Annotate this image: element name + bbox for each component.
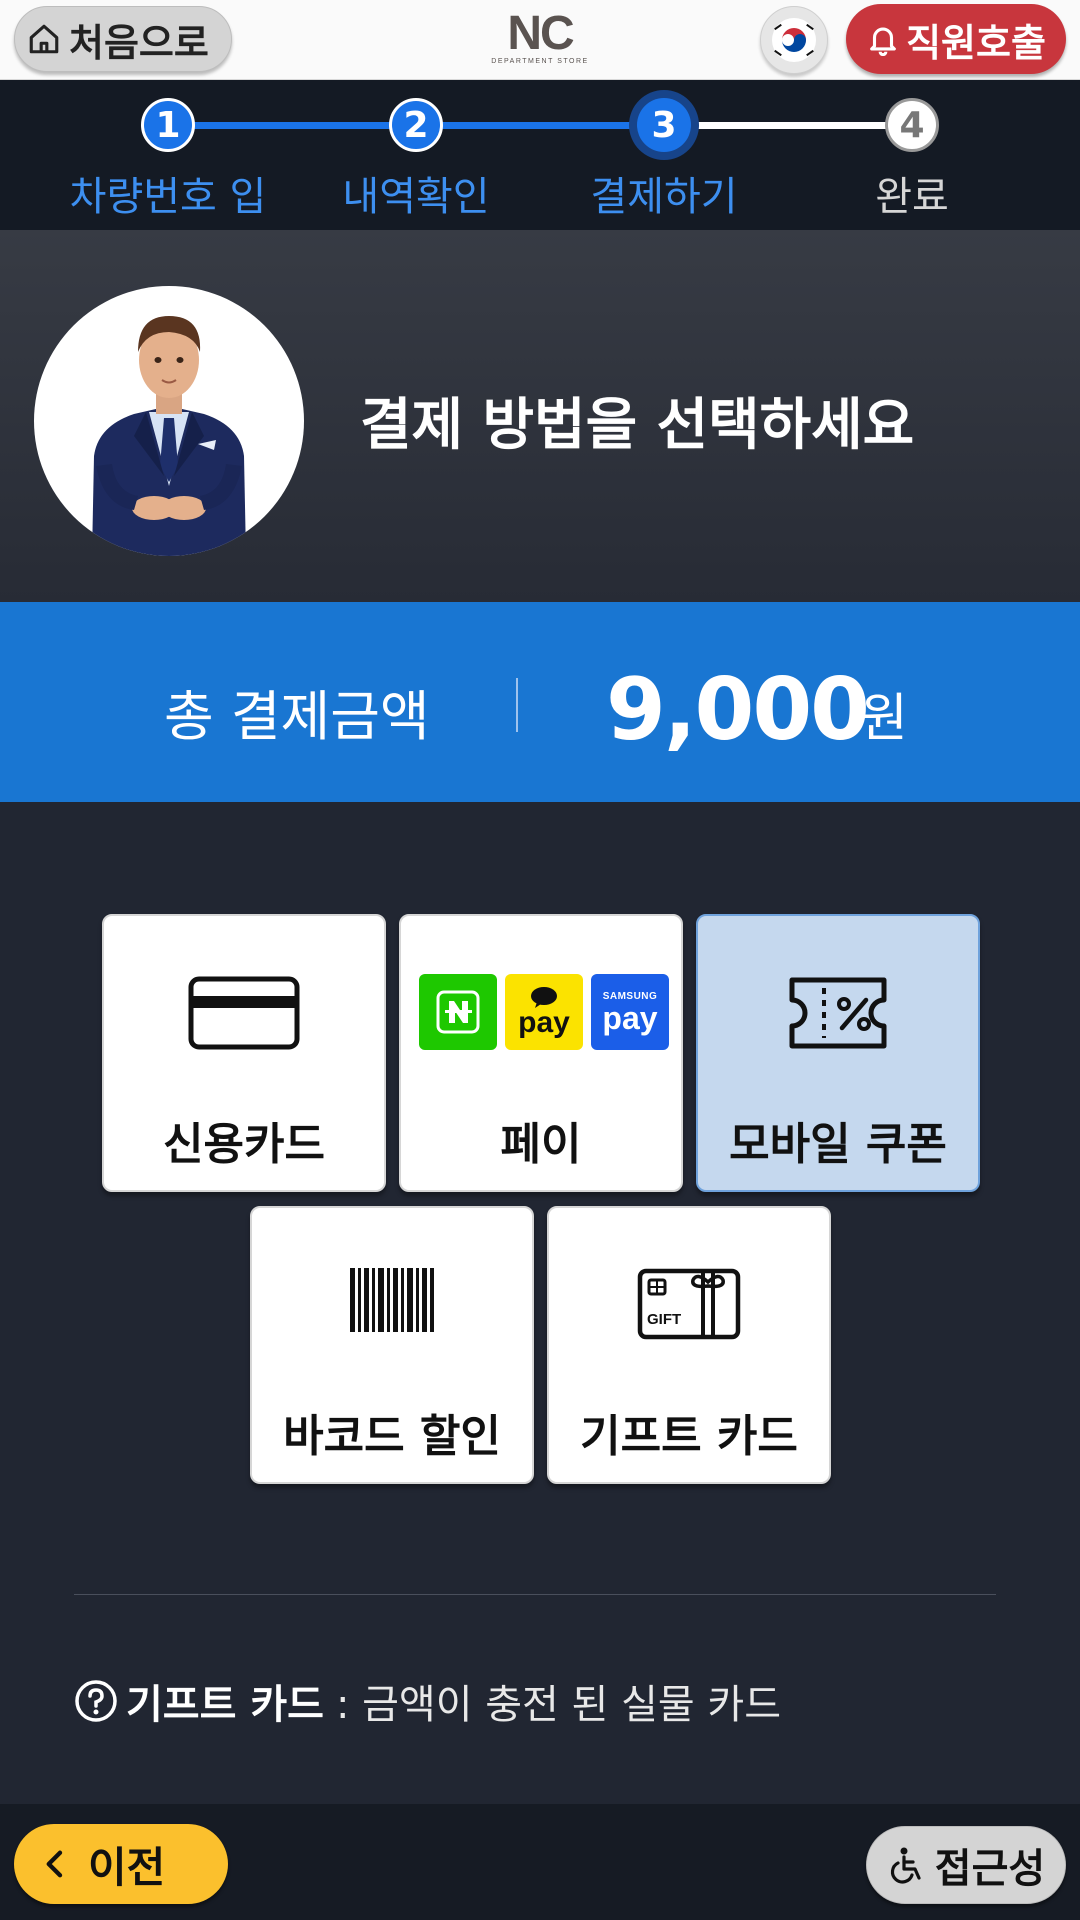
- bottom-bar: 이전 접근성: [0, 1804, 1080, 1920]
- mobile-coupon-option[interactable]: 모바일 쿠폰: [696, 914, 980, 1192]
- step-4-circle: 4: [885, 98, 939, 152]
- svg-text:GIFT: GIFT: [647, 1311, 681, 1328]
- home-button-label: 처음으로: [69, 20, 209, 65]
- home-button[interactable]: 처음으로: [14, 6, 232, 72]
- help-icon: [75, 1680, 117, 1722]
- gift-card-icon: GIFT: [637, 1268, 741, 1340]
- step-connector: [416, 122, 666, 129]
- divider: [74, 1594, 996, 1595]
- call-staff-button[interactable]: 직원호출: [846, 4, 1066, 74]
- step-1-circle: 1: [141, 98, 195, 152]
- korea-flag-icon: [772, 18, 816, 62]
- info-description: : 금액이 충전 된 실물 카드: [335, 1682, 781, 1728]
- step-4-label: 완료: [875, 174, 949, 220]
- home-icon: [29, 24, 59, 54]
- wheelchair-icon: [890, 1847, 921, 1884]
- coupon-icon: [789, 977, 887, 1049]
- info-title: 기프트 카드: [126, 1682, 324, 1728]
- progress-stepper: 1 2 3 4 차량번호 입력 내역확인 결제하기 완료: [0, 80, 1080, 278]
- step-connector: [664, 122, 914, 129]
- accessibility-button-label: 접근성: [934, 1846, 1046, 1892]
- top-bar: 처음으로 NC DEPARTMENT STORE 직원호출: [0, 0, 1080, 80]
- language-button[interactable]: [760, 6, 828, 74]
- payment-method-info: 기프트 카드 : 금액이 충전 된 실물 카드: [74, 1672, 781, 1730]
- gift-card-option[interactable]: GIFT 기프트 카드: [547, 1206, 831, 1484]
- pay-label: 페이: [500, 1119, 582, 1170]
- accessibility-button[interactable]: 접근성: [866, 1826, 1066, 1904]
- divider: [516, 678, 518, 732]
- total-amount-unit: 원: [860, 689, 908, 749]
- samsung-pay-icon: SAMSUNG pay: [591, 974, 669, 1050]
- credit-card-label: 신용카드: [163, 1119, 325, 1170]
- credit-card-icon: [188, 976, 300, 1050]
- total-amount-label: 총 결제금액: [164, 685, 430, 748]
- call-staff-label: 직원호출: [906, 20, 1046, 65]
- previous-button-label: 이전: [88, 1842, 166, 1892]
- guide-avatar: [34, 286, 304, 556]
- page-title: 결제 방법을 선택하세요: [360, 393, 915, 458]
- previous-button[interactable]: 이전: [14, 1824, 228, 1904]
- barcode-icon: [350, 1268, 434, 1332]
- gift-card-label: 기프트 카드: [580, 1411, 798, 1462]
- step-3-circle: 3: [637, 98, 691, 152]
- kakao-pay-icon: pay: [505, 974, 583, 1050]
- step-2-label: 내역확인: [342, 174, 490, 220]
- barcode-discount-label: 바코드 할인: [283, 1411, 501, 1462]
- credit-card-option[interactable]: 신용카드: [102, 914, 386, 1192]
- bell-icon: [870, 27, 896, 56]
- step-3-label: 결제하기: [590, 174, 738, 220]
- guide-section: 결제 방법을 선택하세요: [0, 230, 1080, 602]
- barcode-discount-option[interactable]: 바코드 할인: [250, 1206, 534, 1484]
- nc-department-store-logo: NC DEPARTMENT STORE: [491, 7, 589, 66]
- step-connector: [170, 122, 420, 129]
- pay-option[interactable]: pay SAMSUNG pay 페이: [399, 914, 683, 1192]
- total-amount-value: 9,000: [606, 660, 870, 760]
- naver-pay-icon: [419, 974, 497, 1050]
- total-amount-banner: 총 결제금액 9,000 원: [0, 602, 1080, 802]
- pay-logos: pay SAMSUNG pay: [419, 974, 669, 1050]
- mobile-coupon-label: 모바일 쿠폰: [729, 1119, 947, 1170]
- chevron-left-icon: [46, 1850, 63, 1878]
- guide-character-image: [92, 316, 246, 556]
- step-2-circle: 2: [389, 98, 443, 152]
